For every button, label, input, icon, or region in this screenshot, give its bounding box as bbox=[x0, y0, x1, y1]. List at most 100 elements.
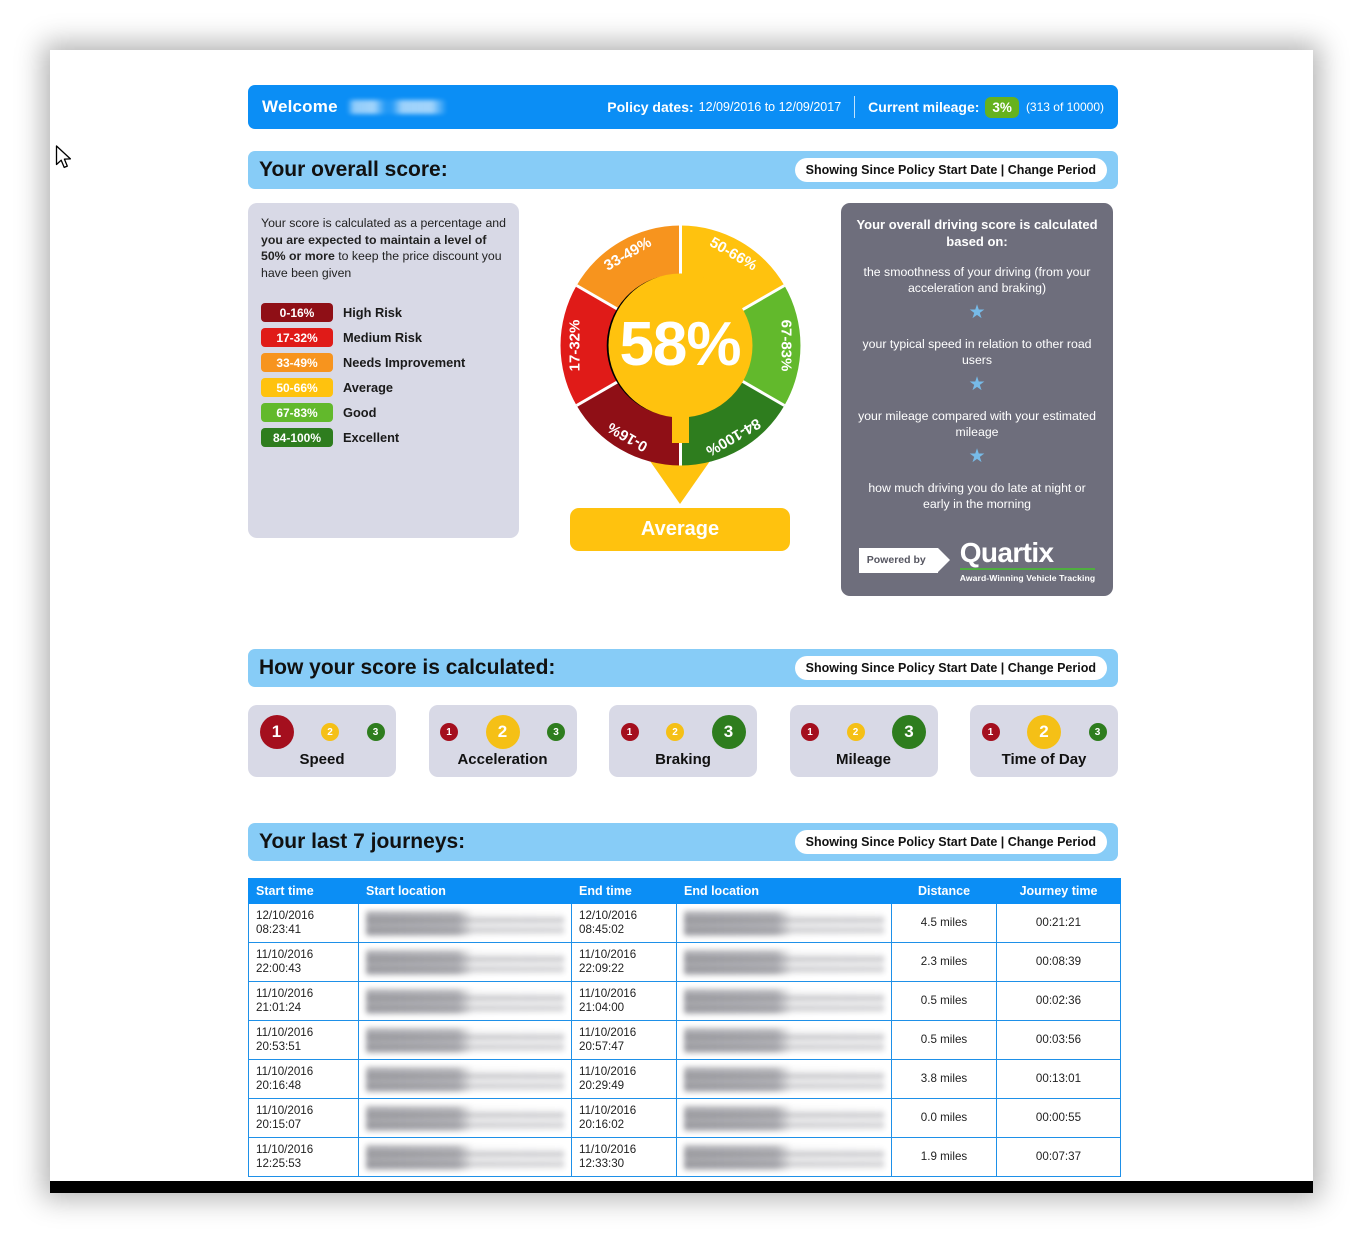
quartix-tagline: Award-Winning Vehicle Tracking bbox=[959, 573, 1096, 583]
redacted-location bbox=[366, 910, 564, 936]
legend-label-high-risk: High Risk bbox=[343, 305, 403, 320]
score-row: Your score is calculated as a percentage… bbox=[248, 203, 1118, 596]
score-gauge: 50-66% 67-83% 84-100% 0-16% 17-32% 33-49… bbox=[530, 203, 830, 551]
redacted-location bbox=[366, 988, 564, 1014]
table-row[interactable]: 11/10/2016 20:15:07 11/10/2016 20:16:02 … bbox=[248, 1098, 1121, 1138]
quartix-logo: Quartix Award-Winning Vehicle Tracking bbox=[959, 538, 1096, 583]
col-end-location[interactable]: End location bbox=[676, 878, 892, 904]
cell-start-location-redacted bbox=[358, 981, 572, 1021]
legend-chip-high-risk: 0-16% bbox=[261, 303, 333, 322]
mouse-cursor bbox=[55, 145, 72, 169]
mileage-percent-badge: 3% bbox=[985, 96, 1019, 118]
cell-end-location-redacted bbox=[676, 981, 892, 1021]
factor-card-acceleration[interactable]: 1 2 3 Acceleration bbox=[428, 705, 577, 777]
overall-change-period-button[interactable]: Showing Since Policy Start Date | Change… bbox=[794, 158, 1107, 182]
redacted-location bbox=[684, 910, 884, 936]
redacted-location bbox=[684, 1105, 884, 1131]
cell-end-time: 11/10/2016 12:33:30 bbox=[571, 1137, 677, 1177]
redacted-location bbox=[366, 1144, 564, 1170]
table-row[interactable]: 11/10/2016 20:16:48 11/10/2016 20:29:49 … bbox=[248, 1059, 1121, 1099]
overall-score-header: Your overall score: Showing Since Policy… bbox=[248, 151, 1118, 189]
cell-end-time: 12/10/2016 08:45:02 bbox=[571, 903, 677, 943]
table-header-row: Start time Start location End time End l… bbox=[248, 878, 1121, 904]
cell-end-location-redacted bbox=[676, 1059, 892, 1099]
table-row[interactable]: 11/10/2016 12:25:53 11/10/2016 12:33:30 … bbox=[248, 1137, 1121, 1177]
cell-end-location-redacted bbox=[676, 1137, 892, 1177]
factor-dots: 1 2 3 bbox=[620, 714, 746, 750]
legend-label-excellent: Excellent bbox=[343, 430, 400, 445]
star-icon: ★ bbox=[968, 374, 986, 395]
table-row[interactable]: 12/10/2016 08:23:41 12/10/2016 08:45:02 … bbox=[248, 903, 1121, 943]
col-journey-time[interactable]: Journey time bbox=[996, 878, 1121, 904]
legend-chip-average: 50-66% bbox=[261, 378, 333, 397]
cell-journey-time: 00:21:21 bbox=[996, 903, 1121, 943]
factor-card-mileage[interactable]: 1 2 3 Mileage bbox=[789, 705, 938, 777]
redacted-location bbox=[366, 949, 564, 975]
cell-start-time: 11/10/2016 20:15:07 bbox=[248, 1098, 359, 1138]
col-start-time[interactable]: Start time bbox=[248, 878, 359, 904]
gauge-label-17-32: 17-32% bbox=[566, 320, 583, 372]
legend-chip-excellent: 84-100% bbox=[261, 428, 333, 447]
factor-dot-2: 2 bbox=[321, 723, 339, 741]
factor-dot-3: 3 bbox=[366, 723, 385, 741]
redacted-location bbox=[684, 949, 884, 975]
table-row[interactable]: 11/10/2016 22:00:43 11/10/2016 22:09:22 … bbox=[248, 942, 1121, 982]
score-info-panel: Your overall driving score is calculated… bbox=[841, 203, 1113, 596]
powered-by-tag: Powered by bbox=[858, 548, 950, 573]
gauge-pointer-neck bbox=[671, 408, 689, 443]
cell-end-time: 11/10/2016 22:09:22 bbox=[571, 942, 677, 982]
legend-chip-needs-improvement: 33-49% bbox=[261, 353, 333, 372]
cell-distance: 0.5 miles bbox=[891, 981, 997, 1021]
cell-start-time: 12/10/2016 08:23:41 bbox=[248, 903, 359, 943]
cell-journey-time: 00:02:36 bbox=[996, 981, 1121, 1021]
journeys-header: Your last 7 journeys: Showing Since Poli… bbox=[248, 823, 1118, 861]
table-row[interactable]: 11/10/2016 20:53:51 11/10/2016 20:57:47 … bbox=[248, 1020, 1121, 1060]
cell-end-location-redacted bbox=[676, 1020, 892, 1060]
factor-dots: 1 2 3 bbox=[981, 714, 1107, 750]
legend-label-average: Average bbox=[343, 380, 394, 395]
col-distance[interactable]: Distance bbox=[891, 878, 997, 904]
legend-item: 33-49% Needs Improvement bbox=[261, 353, 506, 372]
table-row[interactable]: 11/10/2016 21:01:24 11/10/2016 21:04:00 … bbox=[248, 981, 1121, 1021]
journeys-change-period-button[interactable]: Showing Since Policy Start Date | Change… bbox=[794, 830, 1107, 854]
calculated-change-period-button[interactable]: Showing Since Policy Start Date | Change… bbox=[794, 656, 1107, 680]
score-rating-button[interactable]: Average bbox=[570, 508, 790, 551]
info-item-speed: your typical speed in relation to other … bbox=[862, 337, 1092, 367]
factor-card-speed[interactable]: 1 2 3 Speed bbox=[248, 705, 396, 777]
screenshot-root: Welcome Policy dates: 12/09/2016 to 12/0… bbox=[0, 0, 1363, 1248]
star-icon: ★ bbox=[968, 302, 986, 323]
factor-dots: 1 2 3 bbox=[801, 714, 926, 750]
score-explainer: Your score is calculated as a percentage… bbox=[261, 215, 506, 281]
policy-dates-value: 12/09/2016 to 12/09/2017 bbox=[698, 100, 842, 114]
cell-start-time: 11/10/2016 20:53:51 bbox=[248, 1020, 359, 1060]
col-end-time[interactable]: End time bbox=[571, 878, 677, 904]
legend-item: 0-16% High Risk bbox=[261, 303, 506, 322]
info-item-smoothness: the smoothness of your driving (from you… bbox=[863, 265, 1091, 295]
cell-start-location-redacted bbox=[358, 1098, 572, 1138]
legend-label-medium-risk: Medium Risk bbox=[343, 330, 422, 345]
cell-distance: 3.8 miles bbox=[891, 1059, 997, 1099]
gauge-label-67-83: 67-83% bbox=[777, 320, 794, 372]
cell-start-time: 11/10/2016 20:16:48 bbox=[248, 1059, 359, 1099]
factor-cards-row: 1 2 3 Speed 1 2 3 Acceleration 1 2 3 Bra… bbox=[248, 705, 1118, 777]
factor-dot-3: 3 bbox=[892, 715, 926, 749]
cell-end-time: 11/10/2016 20:16:02 bbox=[571, 1098, 677, 1138]
explainer-part-1: Your score is calculated as a percentage… bbox=[261, 216, 506, 230]
how-calculated-header: How your score is calculated: Showing Si… bbox=[248, 649, 1118, 687]
powered-by-row: Powered by Quartix Award-Winning Vehicle… bbox=[855, 538, 1099, 583]
info-item-time-of-day: how much driving you do late at night or… bbox=[868, 481, 1086, 511]
redacted-location bbox=[366, 1105, 564, 1131]
cell-end-location-redacted bbox=[676, 1098, 892, 1138]
policy-dates-label: Policy dates: bbox=[607, 99, 694, 115]
factor-label-braking: Braking bbox=[655, 751, 711, 768]
factor-card-braking[interactable]: 1 2 3 Braking bbox=[609, 705, 757, 777]
info-panel-title: Your overall driving score is calculated… bbox=[856, 217, 1098, 249]
cell-start-location-redacted bbox=[358, 1059, 572, 1099]
factor-dot-2: 2 bbox=[666, 723, 684, 741]
factor-dot-1: 1 bbox=[801, 723, 819, 741]
col-start-location[interactable]: Start location bbox=[358, 878, 572, 904]
cell-distance: 1.9 miles bbox=[891, 1137, 997, 1177]
factor-dot-2: 2 bbox=[485, 715, 520, 749]
factor-card-time-of-day[interactable]: 1 2 3 Time of Day bbox=[970, 705, 1118, 777]
journeys-table: Start time Start location End time End l… bbox=[248, 878, 1121, 1177]
